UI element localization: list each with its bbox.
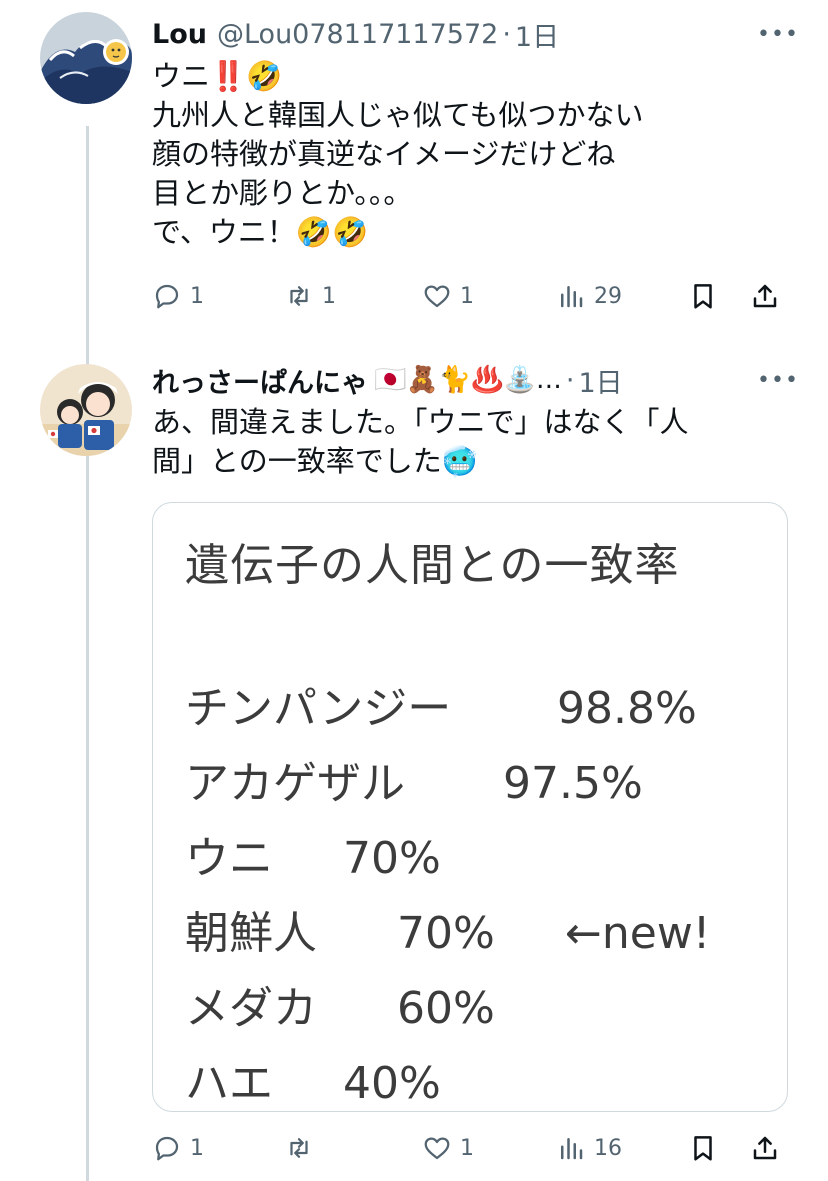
share-button[interactable] xyxy=(750,1128,780,1168)
match-value: 60% xyxy=(397,983,495,1034)
match-value: 97.5% xyxy=(503,758,643,809)
action-bar: 1 1 16 xyxy=(152,1128,798,1168)
match-value: 98.8% xyxy=(557,683,697,734)
view-count: 16 xyxy=(594,1135,622,1161)
heart-icon xyxy=(424,1137,450,1160)
attached-image[interactable]: 遺伝子の人間との一致率 チンパンジー 98.8% アカゲザル 97.5% ウニ … xyxy=(152,502,788,1112)
species-label: チンパンジー xyxy=(185,683,452,734)
match-value: 70% xyxy=(343,833,441,884)
reply-button[interactable]: 1 xyxy=(152,276,204,316)
repost-count: 1 xyxy=(322,283,336,309)
speech-bubble-icon xyxy=(155,284,179,309)
like-count: 1 xyxy=(460,1135,474,1161)
text-line: 顔の特徴が真逆なイメージだけどね xyxy=(152,137,616,171)
repost-arrows-icon xyxy=(290,1138,308,1158)
new-annotation: ←new! xyxy=(565,908,711,959)
views-button[interactable]: 16 xyxy=(556,1128,622,1168)
match-value: 70% xyxy=(397,908,495,959)
speech-bubble-icon xyxy=(155,1136,179,1161)
text-line: ウニ‼️🤣 xyxy=(152,59,283,93)
text-line: 目とか彫りとか。。。 xyxy=(152,176,413,210)
bookmark-icon xyxy=(694,1136,712,1161)
author-name-emoji: 🇯🇵🧸🐈♨️⛲… xyxy=(374,365,562,395)
post-text: あ、間違えました。「ウニで」はなく「人 間」との一致率でした🥶 xyxy=(152,403,792,481)
species-label: アカゲザル xyxy=(185,758,405,809)
reply-post[interactable]: れっさーぱんにゃ 🇯🇵🧸🐈♨️⛲… · 1日 ••• あ、間違えました。「ウニで… xyxy=(0,340,828,1181)
reply-button[interactable]: 1 xyxy=(152,1128,204,1168)
image-title: 遺伝子の人間との一致率 xyxy=(185,540,680,591)
avatar[interactable] xyxy=(40,364,132,456)
species-label: 朝鮮人 xyxy=(185,908,317,959)
like-button[interactable]: 1 xyxy=(422,276,474,316)
species-label: ウニ xyxy=(185,833,273,884)
share-button[interactable] xyxy=(750,276,780,316)
like-button[interactable]: 1 xyxy=(422,1128,474,1168)
bookmark-icon xyxy=(694,284,712,309)
author-name[interactable]: Lou xyxy=(152,19,207,50)
repost-arrows-icon xyxy=(290,286,308,306)
views-button[interactable]: 29 xyxy=(556,276,622,316)
text-line: 九州人と韓国人じゃ似ても似つかない xyxy=(152,98,644,132)
post-time[interactable]: 1日 xyxy=(515,15,559,54)
species-label: ハエ xyxy=(185,1058,273,1109)
like-count: 1 xyxy=(460,283,474,309)
more-dots-icon[interactable]: ••• xyxy=(757,14,798,54)
share-upload-icon xyxy=(753,1136,777,1160)
action-bar: 1 1 1 29 xyxy=(152,276,798,316)
author-handle[interactable]: @Lou078117117572 xyxy=(217,19,498,50)
text-line: 間」との一致率でした🥶 xyxy=(152,444,478,478)
post-text: ウニ‼️🤣 九州人と韓国人じゃ似ても似つかない 顔の特徴が真逆なイメージだけどね… xyxy=(152,57,792,252)
text-line: あ、間違えました。「ウニで」はなく「人 xyxy=(152,405,689,439)
more-dots-icon[interactable]: ••• xyxy=(757,360,798,400)
post-header: れっさーぱんにゃ 🇯🇵🧸🐈♨️⛲… · 1日 ••• xyxy=(152,360,798,400)
reply-post[interactable]: Lou @Lou078117117572 · 1日 ••• ウニ‼️🤣 九州人と… xyxy=(0,0,828,340)
reply-count: 1 xyxy=(190,283,204,309)
match-value: 40% xyxy=(343,1058,441,1109)
post-header: Lou @Lou078117117572 · 1日 ••• xyxy=(152,14,798,54)
reply-count: 1 xyxy=(190,1135,204,1161)
separator-dot: · xyxy=(565,364,575,396)
bar-chart-icon xyxy=(561,286,583,308)
post-time[interactable]: 1日 xyxy=(578,361,622,400)
author-name[interactable]: れっさーぱんにゃ xyxy=(152,361,368,400)
view-count: 29 xyxy=(594,283,622,309)
bar-chart-icon xyxy=(561,1138,583,1160)
bookmark-button[interactable] xyxy=(688,276,718,316)
text-line: で、ウニ！🤣🤣 xyxy=(152,215,369,249)
avatar[interactable] xyxy=(40,12,132,104)
repost-button[interactable] xyxy=(284,1128,322,1168)
species-label: メダカ xyxy=(185,983,317,1034)
bookmark-button[interactable] xyxy=(688,1128,718,1168)
share-upload-icon xyxy=(753,284,777,308)
separator-dot: · xyxy=(502,18,511,50)
heart-icon xyxy=(424,285,450,308)
repost-button[interactable]: 1 xyxy=(284,276,336,316)
